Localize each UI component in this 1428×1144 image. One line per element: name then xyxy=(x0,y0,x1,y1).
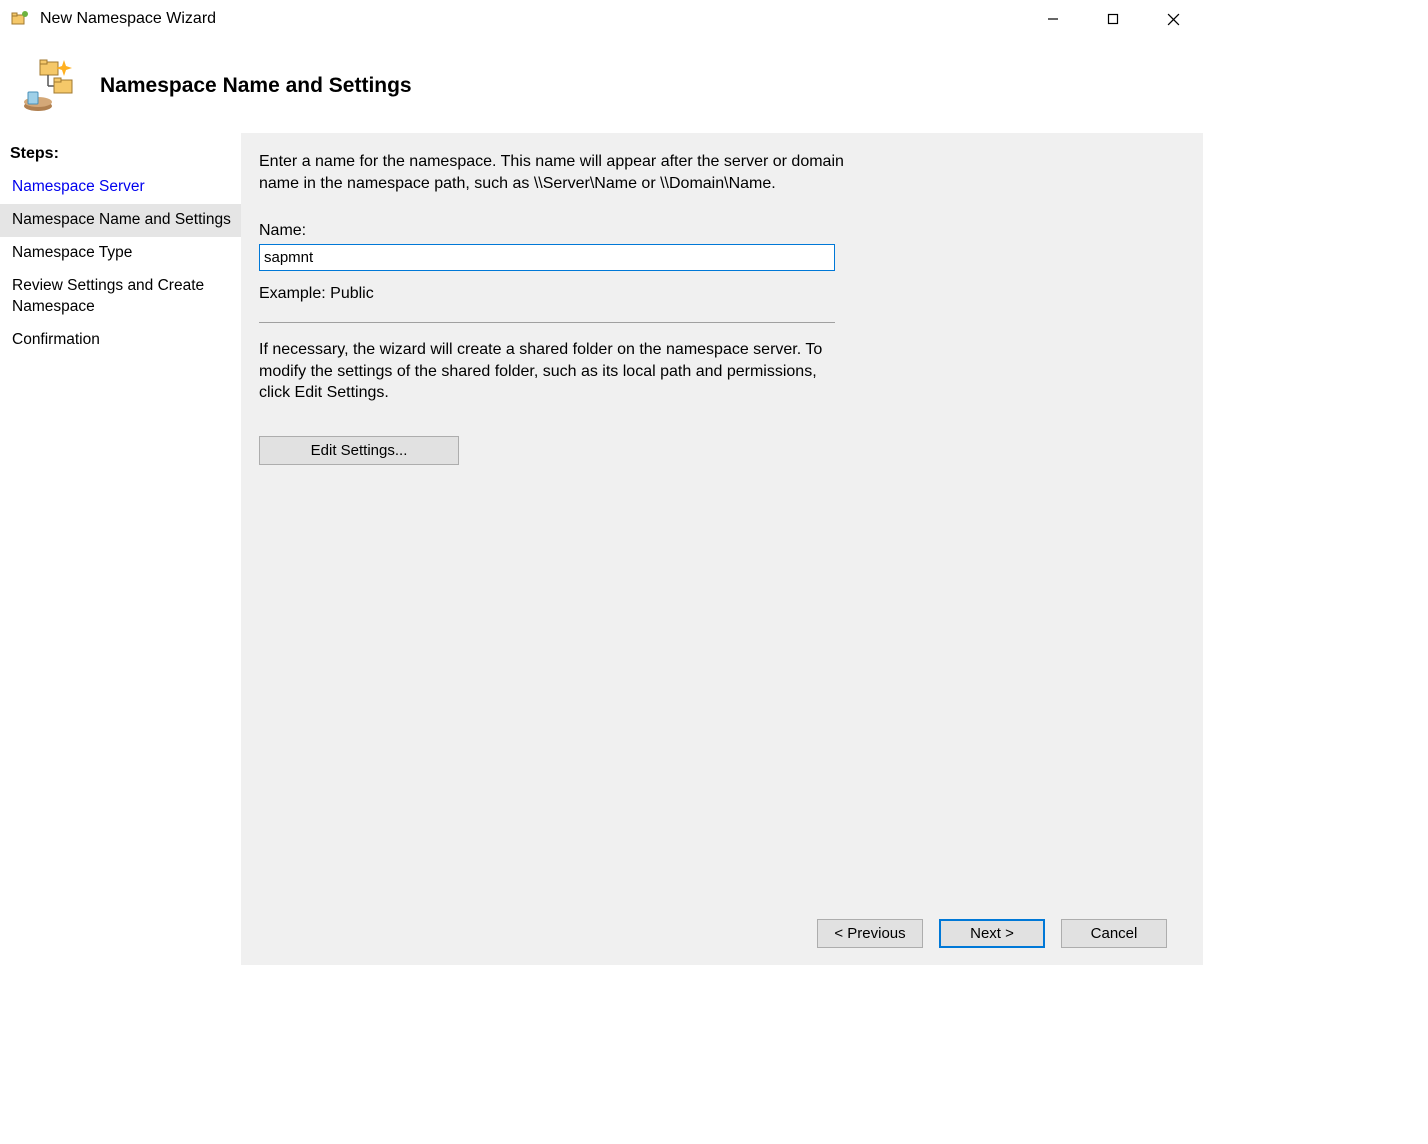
maximize-button[interactable] xyxy=(1083,0,1143,38)
cancel-button[interactable]: Cancel xyxy=(1061,919,1167,948)
window-controls xyxy=(1023,0,1203,38)
window-title: New Namespace Wizard xyxy=(40,10,1023,28)
body: Steps: Namespace Server Namespace Name a… xyxy=(0,133,1203,965)
step-namespace-name-settings[interactable]: Namespace Name and Settings xyxy=(0,204,241,237)
app-icon xyxy=(10,9,30,29)
edit-settings-button[interactable]: Edit Settings... xyxy=(259,436,459,465)
page-title: Namespace Name and Settings xyxy=(100,74,412,98)
name-label: Name: xyxy=(259,222,1185,240)
titlebar: New Namespace Wizard xyxy=(0,0,1203,38)
footer: < Previous Next > Cancel xyxy=(259,901,1185,965)
step-namespace-type[interactable]: Namespace Type xyxy=(0,237,241,270)
step-namespace-server[interactable]: Namespace Server xyxy=(0,171,241,204)
instruction-text: Enter a name for the namespace. This nam… xyxy=(259,151,859,194)
steps-heading: Steps: xyxy=(0,141,241,171)
main-panel: Enter a name for the namespace. This nam… xyxy=(241,133,1203,965)
wizard-window: New Namespace Wizard xyxy=(0,0,1203,965)
steps-list: Namespace Server Namespace Name and Sett… xyxy=(0,171,241,357)
next-button[interactable]: Next > xyxy=(939,919,1045,948)
close-button[interactable] xyxy=(1143,0,1203,38)
divider xyxy=(259,322,835,323)
steps-sidebar: Steps: Namespace Server Namespace Name a… xyxy=(0,133,241,965)
content: Enter a name for the namespace. This nam… xyxy=(259,151,1185,901)
name-input[interactable] xyxy=(259,244,835,271)
instruction2-text: If necessary, the wizard will create a s… xyxy=(259,339,835,404)
previous-button[interactable]: < Previous xyxy=(817,919,923,948)
step-review-create[interactable]: Review Settings and Create Namespace xyxy=(0,270,241,324)
step-confirmation[interactable]: Confirmation xyxy=(0,324,241,357)
example-label: Example: Public xyxy=(259,285,1185,303)
wizard-icon xyxy=(20,56,80,116)
minimize-button[interactable] xyxy=(1023,0,1083,38)
header: Namespace Name and Settings xyxy=(0,38,1203,133)
